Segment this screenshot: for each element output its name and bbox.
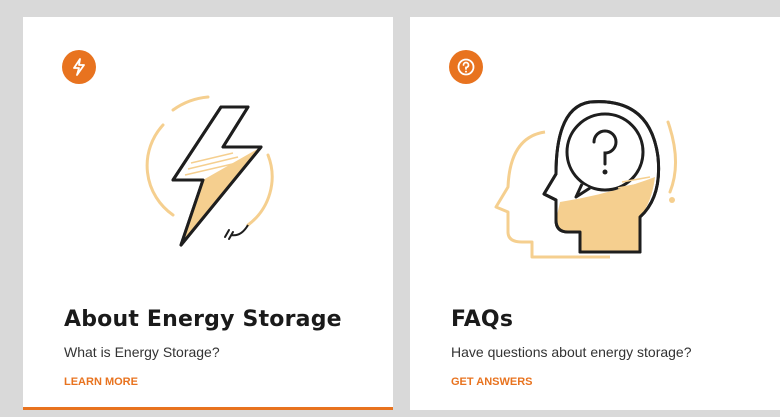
question-icon (449, 50, 483, 84)
lightning-bolt-plug-icon (145, 95, 274, 247)
card-about-energy-storage[interactable]: About Energy Storage What is Energy Stor… (23, 17, 393, 410)
card-title: About Energy Storage (64, 307, 342, 332)
lightning-icon (62, 50, 96, 84)
head-question-icon (494, 100, 678, 259)
learn-more-link[interactable]: LEARN MORE (64, 376, 138, 388)
card-faqs[interactable]: FAQs Have questions about energy storage… (410, 17, 780, 410)
card-description: What is Energy Storage? (64, 344, 220, 360)
card-description: Have questions about energy storage? (451, 344, 692, 360)
card-title: FAQs (451, 307, 514, 332)
get-answers-link[interactable]: GET ANSWERS (451, 376, 533, 388)
